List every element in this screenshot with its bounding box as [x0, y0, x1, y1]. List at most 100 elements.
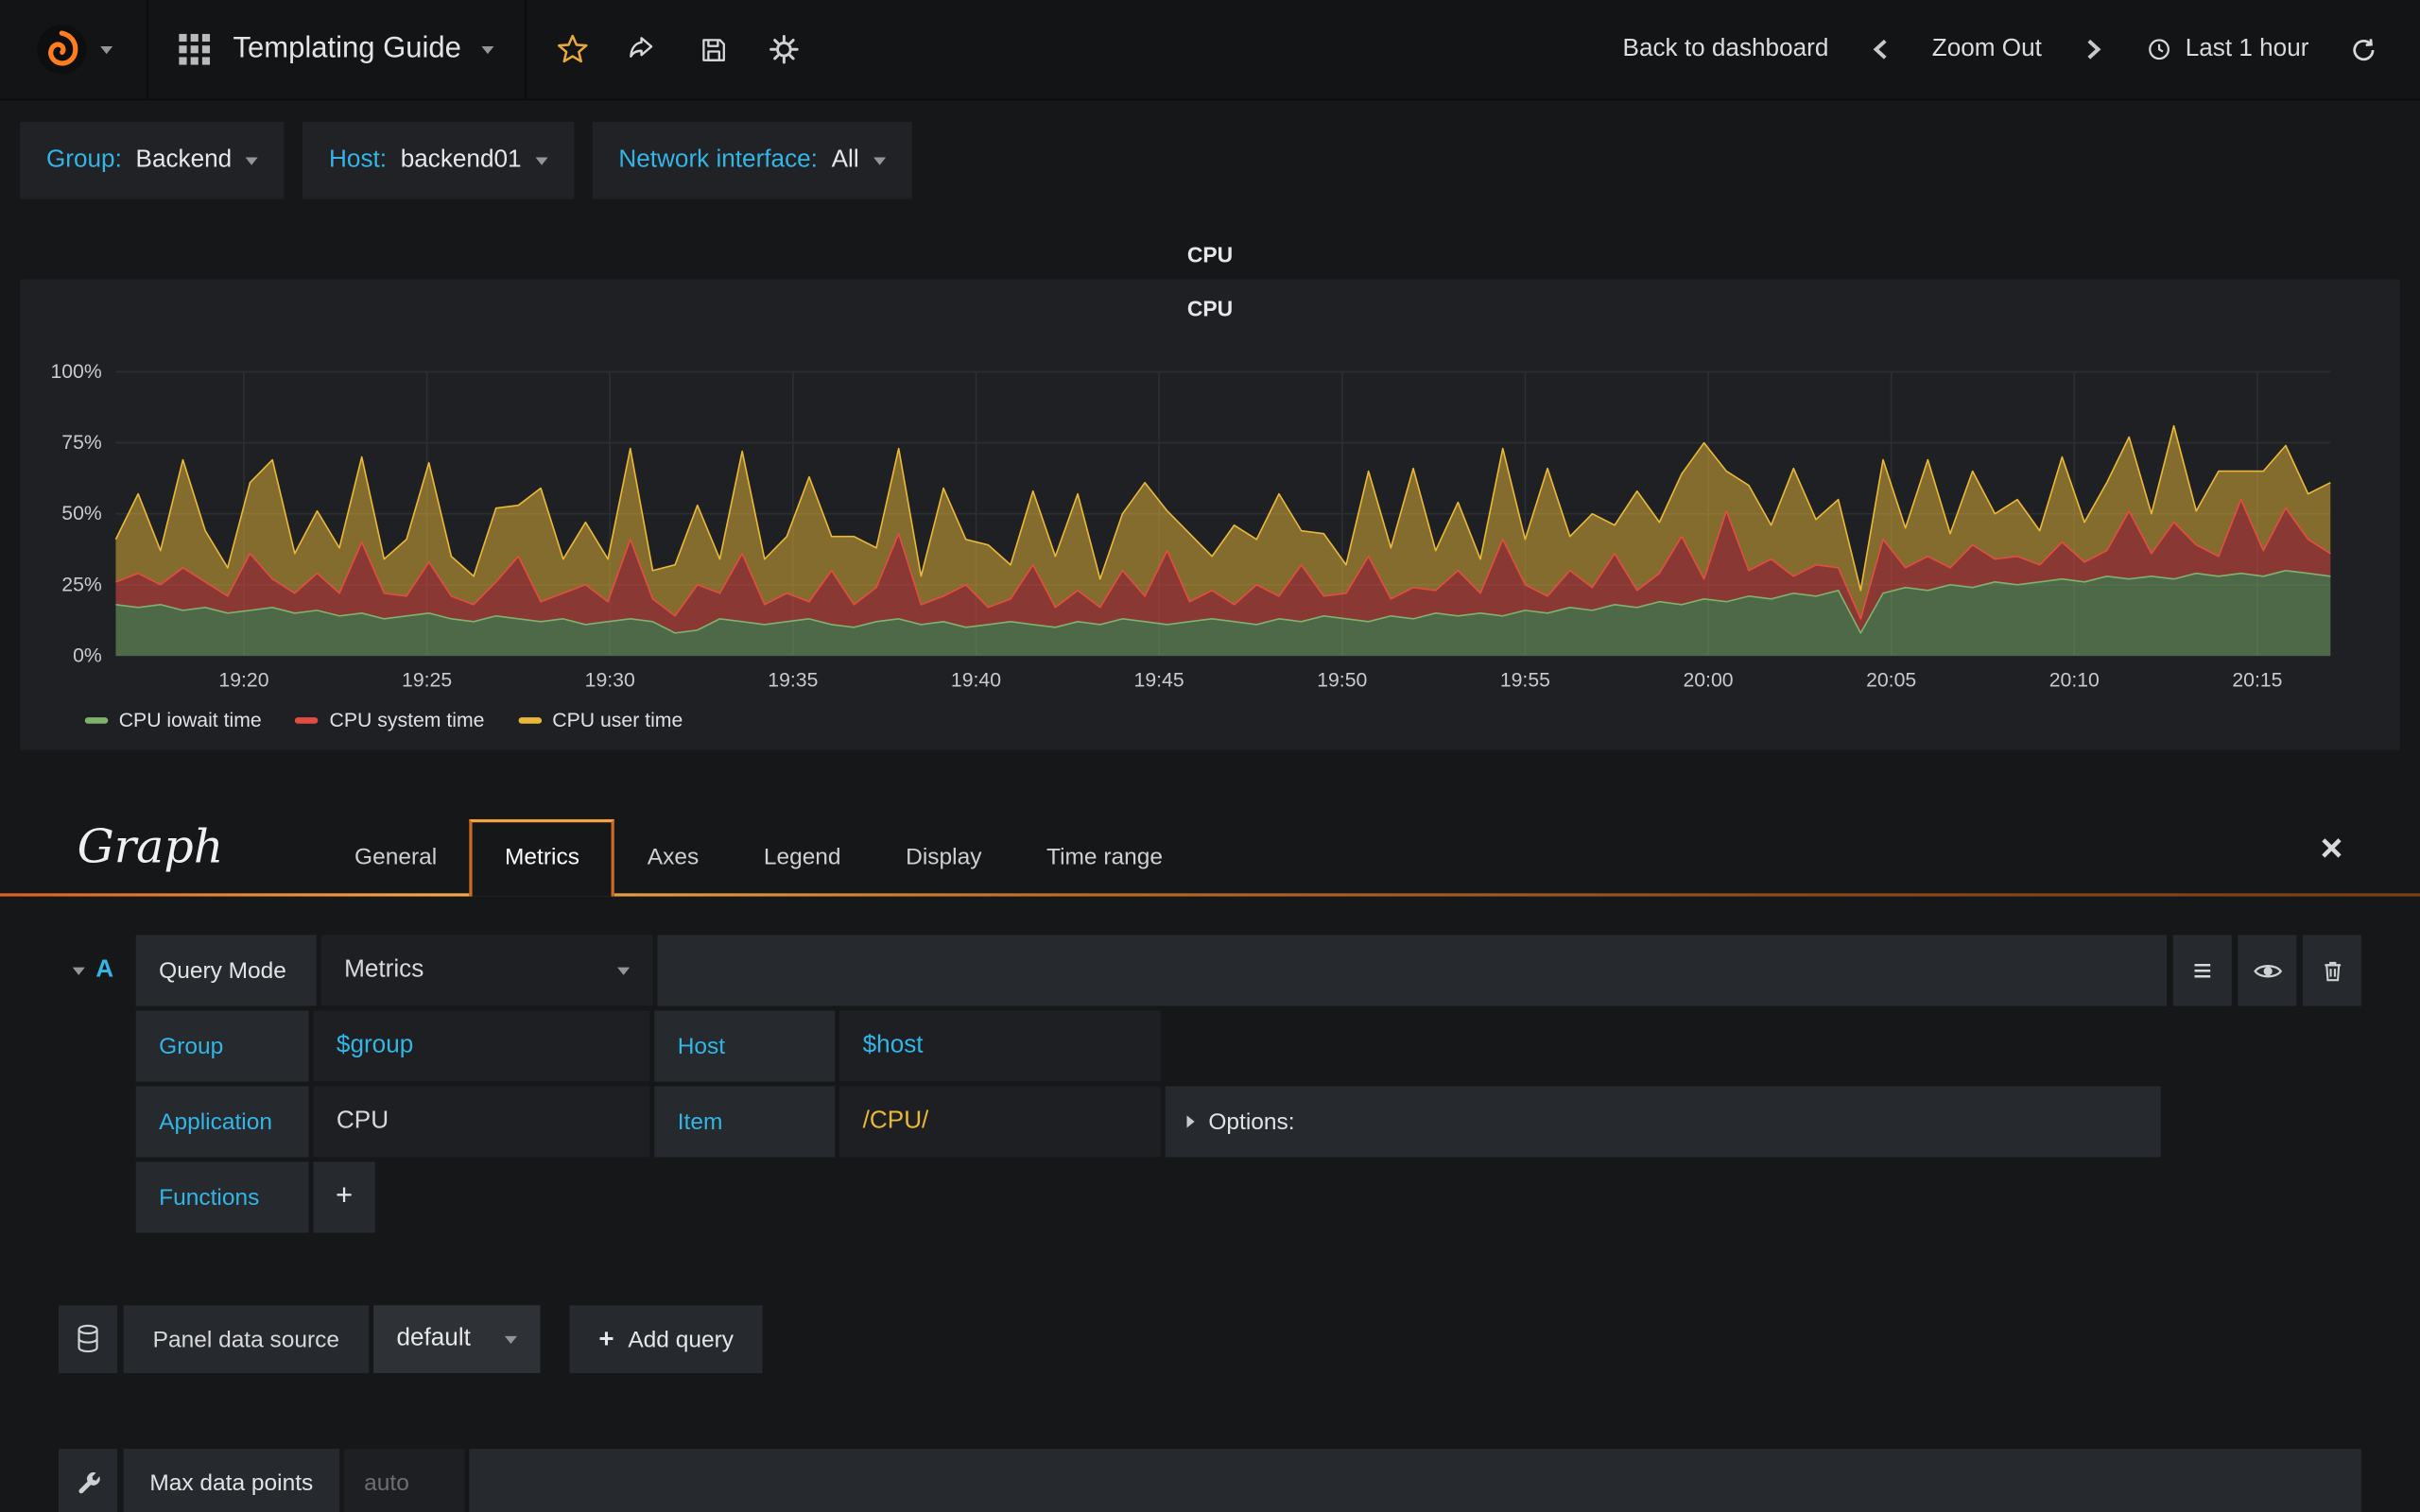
refresh-button[interactable] [2332, 23, 2395, 77]
chart-legend: CPU iowait time CPU system time CPU user t… [84, 708, 2400, 731]
close-editor-button[interactable]: × [2305, 823, 2359, 874]
datasource-select[interactable]: default [372, 1305, 541, 1374]
star-button[interactable] [539, 20, 607, 78]
svg-text:19:55: 19:55 [1500, 670, 1550, 692]
star-icon [557, 34, 588, 63]
trash-icon [2324, 961, 2341, 981]
time-picker[interactable]: Last 1 hour [2132, 36, 2324, 63]
item-value-input[interactable]: /CPU/ [839, 1086, 1161, 1158]
svg-text:75%: 75% [61, 432, 102, 454]
tab-legend[interactable]: Legend [732, 822, 873, 893]
legend-swatch [84, 716, 109, 723]
menu-icon: ≡ [2192, 953, 2212, 988]
svg-text:19:30: 19:30 [585, 670, 635, 692]
editor-title: Graph [77, 819, 224, 874]
template-var-value: All [831, 146, 859, 173]
max-data-points-input[interactable] [343, 1449, 465, 1512]
share-button[interactable] [610, 20, 678, 78]
svg-text:19:45: 19:45 [1134, 670, 1184, 692]
save-button[interactable] [681, 21, 747, 77]
query-menu-button[interactable]: ≡ [2172, 935, 2232, 1006]
options-label: Options: [1208, 1108, 1295, 1135]
panel-options-button[interactable] [59, 1449, 118, 1512]
query-bar-filler [657, 935, 2168, 1006]
add-query-button[interactable]: + Add query [569, 1305, 764, 1374]
back-to-dashboard-link[interactable]: Back to dashboard [1609, 36, 1842, 63]
legend-label: CPU iowait time [118, 708, 262, 731]
application-label: Application [135, 1086, 309, 1158]
legend-item[interactable]: CPU system time [295, 708, 484, 731]
datasource-value: default [396, 1325, 471, 1352]
tab-metrics[interactable]: Metrics [469, 818, 615, 897]
query-row-application-item: Application CPU Item /CPU/ Options: [59, 1086, 2361, 1158]
zoom-out-button[interactable]: Zoom Out [1918, 36, 2056, 63]
query-collapse-toggle[interactable]: A [59, 935, 136, 1005]
legend-item[interactable]: CPU iowait time [84, 708, 262, 731]
grafana-main-menu[interactable] [0, 0, 148, 99]
application-value-input[interactable]: CPU [313, 1086, 650, 1158]
editor-tabs: General Metrics Axes Legend Display Time… [322, 818, 1196, 897]
settings-button[interactable] [750, 20, 818, 78]
database-icon [78, 1324, 98, 1353]
tab-general[interactable]: General [322, 822, 470, 893]
datasource-button[interactable] [59, 1305, 118, 1374]
group-value-input[interactable]: $group [313, 1010, 650, 1082]
caret-down-icon [99, 45, 112, 54]
tab-display[interactable]: Display [873, 822, 1014, 893]
legend-swatch [518, 716, 542, 723]
svg-text:19:25: 19:25 [402, 670, 452, 692]
navbar-right: Back to dashboard Zoom Out Last 1 hour [1609, 0, 2420, 98]
template-var-host[interactable]: Host: backend01 [302, 121, 575, 199]
panel-title[interactable]: CPU [0, 230, 2420, 279]
legend-label: CPU user time [552, 708, 683, 731]
host-label: Host [654, 1010, 836, 1082]
caret-down-icon [617, 966, 631, 975]
template-var-group[interactable]: Group: Backend [20, 121, 285, 199]
time-shift-forward-button[interactable] [2065, 25, 2121, 74]
query-ref-letter: A [95, 956, 114, 983]
cpu-chart-svg[interactable]: 0% 25% 50% 75% 100% 19:20 19:25 19:30 19:35 19:40… [20, 338, 2400, 696]
grafana-logo-icon [36, 25, 86, 75]
caret-down-icon [535, 156, 548, 164]
chart-title: CPU [1186, 296, 1234, 321]
max-data-points-label: Max data points [123, 1449, 340, 1512]
query-row-mode: A Query Mode Metrics ≡ [59, 935, 2361, 1006]
refresh-icon [2353, 38, 2375, 60]
template-variables-row: Group: Backend Host: backend01 Network i… [0, 100, 2420, 220]
svg-text:50%: 50% [61, 503, 102, 524]
host-value-input[interactable]: $host [839, 1010, 1161, 1082]
item-label: Item [654, 1086, 836, 1158]
svg-text:25%: 25% [61, 574, 102, 595]
template-var-netif[interactable]: Network interface: All [592, 121, 912, 199]
chevron-right-icon [2087, 39, 2101, 60]
template-var-label: Host: [329, 146, 388, 173]
dashboard-title-menu[interactable]: Templating Guide [148, 0, 525, 98]
time-shift-back-button[interactable] [1852, 25, 1909, 74]
add-function-button[interactable]: + [313, 1161, 375, 1233]
dashboard-title: Templating Guide [233, 32, 461, 65]
gear-icon [769, 34, 799, 64]
query-mode-value: Metrics [344, 956, 424, 983]
legend-item[interactable]: CPU user time [518, 708, 683, 731]
tab-axes[interactable]: Axes [615, 822, 732, 893]
query-row-group-host: Group $group Host $host [59, 1010, 2361, 1082]
svg-text:100%: 100% [50, 361, 101, 383]
share-icon [629, 37, 653, 58]
query-mode-select[interactable]: Metrics [320, 935, 653, 1006]
wrench-icon [78, 1471, 99, 1493]
grafana-app: Templating Guide Back to dashboard Zoom … [0, 0, 2420, 1512]
query-delete-button[interactable] [2302, 935, 2361, 1006]
panel-datasource-label: Panel data source [123, 1305, 370, 1374]
add-query-label: Add query [628, 1326, 734, 1353]
options-toggle[interactable]: Options: [1165, 1086, 2161, 1158]
caret-right-icon [1186, 1115, 1195, 1128]
template-var-value: backend01 [400, 146, 522, 173]
tab-time-range[interactable]: Time range [1014, 822, 1196, 893]
query-editor: A Query Mode Metrics ≡ Group $group Host… [59, 935, 2361, 1233]
svg-text:20:10: 20:10 [2049, 670, 2100, 692]
chevron-left-icon [1873, 39, 1887, 60]
svg-text:0%: 0% [73, 644, 102, 666]
caret-down-icon [873, 156, 886, 164]
query-mode-label: Query Mode [135, 935, 317, 1006]
query-toggle-visibility-button[interactable] [2238, 935, 2297, 1006]
